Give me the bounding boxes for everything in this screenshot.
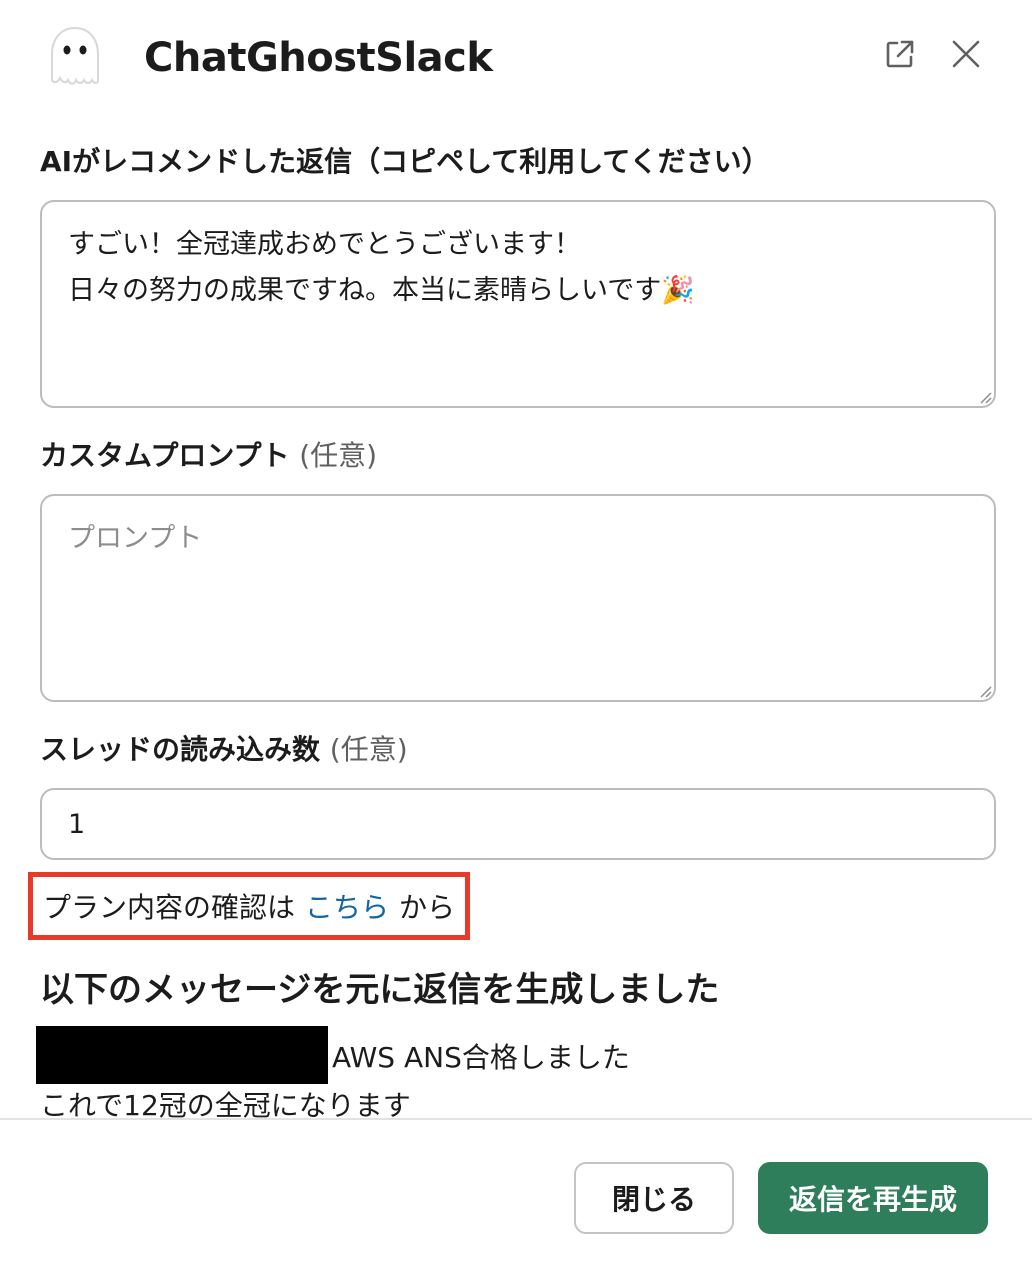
custom-prompt-label: カスタムプロンプト (任意) [40,436,377,476]
external-link-button[interactable] [880,34,920,74]
app-title: ChatGhostSlack [144,35,493,81]
modal-footer: 閉じる 返信を再生成 [0,1118,1032,1272]
ghost-logo-icon [40,22,110,92]
custom-prompt-label-text: カスタムプロンプト [40,439,290,472]
modal-header: ChatGhostSlack [0,0,1032,118]
external-link-icon [886,40,914,68]
optional-tag: (任意) [299,439,378,472]
plan-info-suffix: から [399,891,456,924]
source-message-line-1: AWS ANS合格しました [332,1041,630,1074]
recommended-reply-label: AIがレコメンドした返信（コピペして利用してください） [40,145,770,178]
recommended-reply-textarea[interactable] [40,200,996,408]
plan-info-prefix: プラン内容の確認は [43,891,296,924]
redacted-block [36,1026,328,1084]
regenerate-reply-button[interactable]: 返信を再生成 [758,1162,988,1234]
close-modal-button[interactable]: 閉じる [574,1162,734,1234]
recommended-reply-wrapper [40,200,996,408]
custom-prompt-textarea[interactable] [40,494,996,702]
resize-grip-icon[interactable] [976,682,992,698]
thread-count-label-text: スレッドの読み込み数 [40,733,321,766]
thread-count-input[interactable] [40,788,996,860]
optional-tag: (任意) [329,733,408,766]
close-button[interactable] [946,34,986,74]
close-icon [952,40,980,68]
modal-dialog: ChatGhostSlack AIがレコメンドした返信（コピペして利用してくださ… [0,0,1032,1272]
plan-info-highlight: プラン内容の確認は こちら から [28,872,471,940]
resize-grip-icon[interactable] [976,388,992,404]
custom-prompt-wrapper [40,494,996,702]
thread-count-label: スレッドの読み込み数 (任意) [40,730,408,770]
plan-info-link[interactable]: こちら [305,886,389,926]
source-message-heading: 以下のメッセージを元に返信を生成しました [40,970,720,1010]
